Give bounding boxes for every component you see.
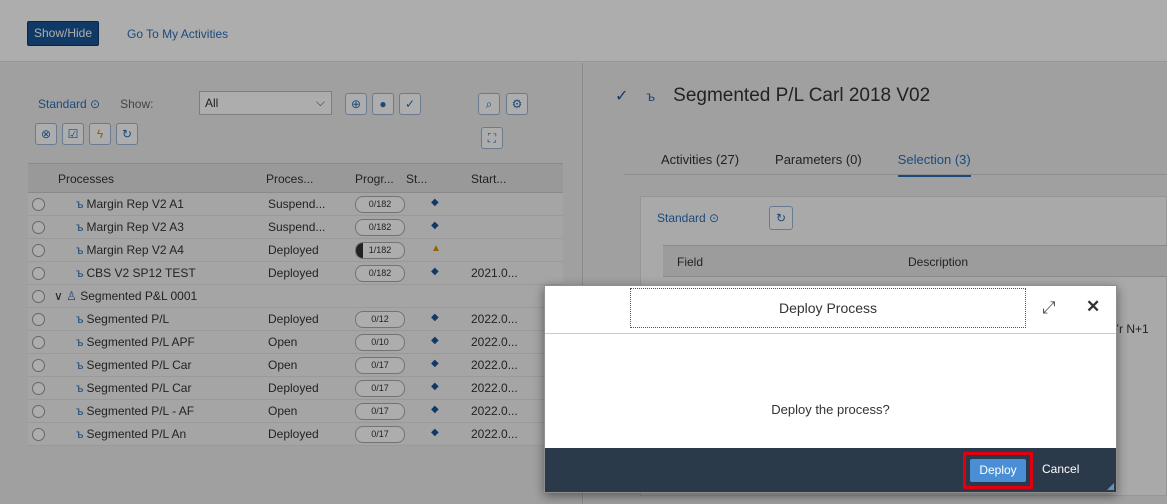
deploy-process-dialog: Deploy Process ⤢ ✕ Deploy the process? D… — [544, 285, 1117, 493]
expand-icon[interactable]: ⤢ — [1042, 298, 1056, 318]
cancel-button[interactable]: Cancel — [1042, 462, 1079, 476]
dialog-title: Deploy Process — [630, 288, 1026, 328]
dialog-footer: Deploy Cancel — [545, 448, 1116, 492]
close-icon[interactable]: ✕ — [1086, 297, 1100, 317]
resize-handle[interactable] — [1107, 483, 1114, 490]
deploy-button[interactable]: Deploy — [970, 459, 1026, 482]
deploy-highlight: Deploy — [963, 452, 1033, 489]
dialog-message: Deploy the process? — [771, 402, 890, 417]
dialog-header: Deploy Process ⤢ ✕ — [545, 286, 1116, 334]
